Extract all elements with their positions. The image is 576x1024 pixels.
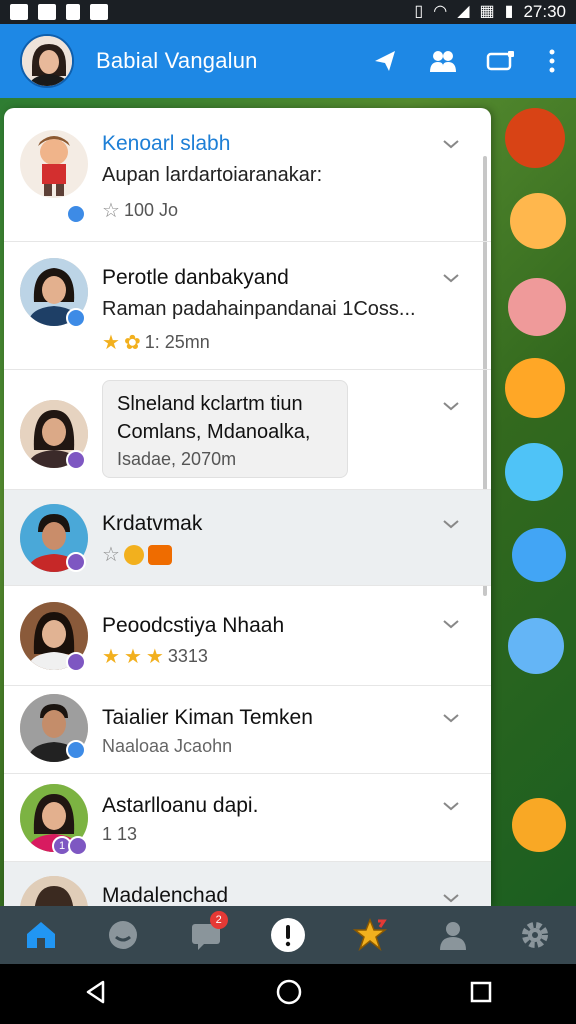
- more-button[interactable]: [542, 44, 562, 78]
- star-icon: ★: [102, 646, 120, 668]
- home-system-button[interactable]: [275, 978, 303, 1011]
- video-icon: [486, 51, 514, 71]
- conversation-title: Perotle danbakyand: [102, 266, 289, 289]
- online-badge: [66, 740, 86, 760]
- online-badge: [66, 204, 86, 224]
- conversation-title: Peoodcstiya Nhaah: [102, 614, 285, 637]
- chevron-down-icon[interactable]: [441, 708, 461, 728]
- game-controller-icon: [90, 4, 108, 20]
- chevron-down-icon[interactable]: [441, 134, 461, 154]
- list-item[interactable]: Perotle danbakyand Raman padahainpandana…: [4, 242, 491, 370]
- gear-icon: [521, 922, 548, 948]
- conversation-title: Krdatvmak: [102, 512, 203, 535]
- conversation-title: Taialier Kiman Temken: [102, 706, 313, 729]
- star-icon: ☆: [102, 544, 120, 566]
- app-header: Babial Vangalun: [0, 24, 576, 98]
- bottom-nav: 2: [0, 906, 576, 964]
- conversation-title: Kenoarl slabh: [102, 132, 231, 155]
- message-bubble: Slneland kclartm tiun Comlans, Mdanoalka…: [102, 380, 348, 478]
- vibrate-icon: ▯: [414, 3, 424, 20]
- nav-chat[interactable]: [101, 913, 145, 957]
- star-icon: ★: [123, 646, 142, 668]
- profile-avatar[interactable]: [20, 34, 74, 88]
- circle-home-icon: [276, 979, 302, 1004]
- nav-home[interactable]: [19, 913, 63, 957]
- list-item[interactable]: Taialier Kiman Temken Naaloaa Jcaohn: [4, 686, 491, 774]
- conversation-title: Madalenchad: [102, 884, 229, 906]
- nav-profile[interactable]: [431, 913, 475, 957]
- chest-icon: [147, 544, 172, 565]
- chevron-down-icon[interactable]: [441, 888, 461, 906]
- nav-messages[interactable]: 2: [184, 911, 228, 957]
- chevron-down-icon[interactable]: [441, 796, 461, 816]
- share-button[interactable]: [368, 44, 402, 78]
- star-icon: ★: [145, 646, 164, 668]
- conversation-preview: Aupan lardartoiaranakar:: [102, 164, 323, 186]
- bubble-line: Slneland kclartm tiun: [117, 393, 303, 415]
- conversation-list[interactable]: Kenoarl slabh Aupan lardartoiaranakar: ☆…: [4, 108, 491, 906]
- online-badge: [68, 836, 88, 856]
- coin-icon: [123, 544, 144, 565]
- online-badge: [66, 652, 86, 672]
- online-badge: [66, 552, 86, 572]
- conversation-meta: 3313: [167, 646, 208, 666]
- list-item[interactable]: Krdatvmak ☆: [4, 490, 491, 586]
- wifi-icon: ◠: [433, 3, 448, 20]
- alert-icon: [270, 918, 305, 952]
- star-icon: ☆: [102, 200, 120, 222]
- gallery-icon: [10, 4, 28, 20]
- status-time: 27:30: [523, 2, 566, 21]
- back-button[interactable]: [83, 979, 109, 1010]
- nav-notifications[interactable]: [266, 913, 310, 957]
- conversation-preview: Raman padahainpandanai 1Coss...: [102, 298, 416, 320]
- home-icon: [27, 922, 56, 948]
- messages-badge: 2: [209, 911, 228, 929]
- conversation-meta: 100 Jo: [123, 200, 178, 220]
- recents-button[interactable]: [469, 980, 493, 1009]
- games-star-icon: [353, 917, 388, 952]
- chat-icon: [109, 921, 138, 949]
- list-item[interactable]: Slneland kclartm tiun Comlans, Mdanoalka…: [4, 370, 491, 490]
- more-vertical-icon: [549, 49, 555, 73]
- image-icon: [38, 4, 56, 20]
- square-recents-icon: [470, 981, 492, 1002]
- award-icon: ✿: [123, 332, 141, 354]
- share-icon: [375, 51, 395, 71]
- star-icon: ★: [102, 332, 120, 354]
- online-badge: [66, 308, 86, 328]
- nav-games[interactable]: [348, 913, 392, 957]
- avatar: [20, 130, 88, 198]
- chevron-down-icon[interactable]: [441, 514, 461, 534]
- nav-settings[interactable]: [513, 913, 557, 957]
- signal-icon: ◢: [457, 3, 470, 20]
- avatar: [20, 876, 88, 906]
- clipboard-icon: [66, 4, 80, 20]
- chevron-down-icon[interactable]: [441, 396, 461, 416]
- chevron-down-icon[interactable]: [441, 614, 461, 634]
- conversation-meta: 1: 25mn: [144, 332, 210, 352]
- conversation-meta: 1 13: [102, 824, 138, 844]
- conversation-title: Astarlloanu dapi.: [102, 794, 259, 817]
- page-title: Babial Vangalun: [96, 48, 258, 73]
- group-icon: [430, 51, 456, 72]
- list-item[interactable]: Peoodcstiya Nhaah ★ ★ ★ 3313: [4, 586, 491, 686]
- list-item[interactable]: Madalenchad: [4, 862, 491, 906]
- back-icon: [86, 980, 105, 1003]
- battery-icon: ▮: [504, 3, 514, 20]
- chevron-down-icon[interactable]: [441, 268, 461, 288]
- bubble-line: Comlans, Mdanoalka,: [117, 421, 311, 443]
- list-item[interactable]: Kenoarl slabh Aupan lardartoiaranakar: ☆…: [4, 108, 491, 242]
- online-badge: [66, 450, 86, 470]
- cellular-icon: ▦: [479, 3, 495, 20]
- conversation-preview: Naaloaa Jcaohn: [102, 736, 233, 756]
- list-item[interactable]: 1 Astarlloanu dapi. 1 13: [4, 774, 491, 862]
- person-icon: [439, 922, 466, 950]
- bubble-line: Isadae, 2070m: [117, 449, 237, 469]
- group-button[interactable]: [426, 44, 460, 78]
- system-nav-bar: [0, 964, 576, 1024]
- video-button[interactable]: [484, 44, 518, 78]
- status-bar: ▯ ◠ ◢ ▦ ▮ 27:30: [0, 0, 576, 24]
